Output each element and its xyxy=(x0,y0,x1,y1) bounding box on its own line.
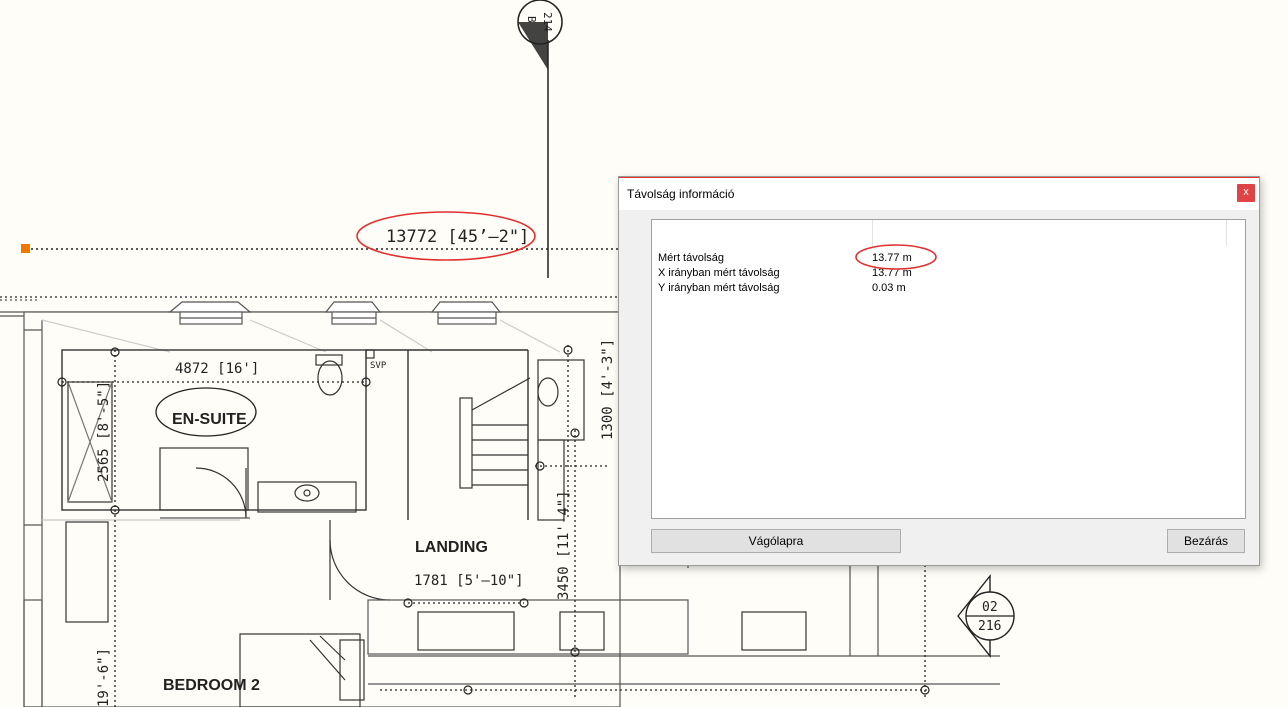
y-distance-value: 0.03 m xyxy=(872,282,906,294)
copy-to-clipboard-button[interactable]: Vágólapra xyxy=(651,529,901,553)
right-dimension-3450-label: 3450 [11'-4"] xyxy=(556,490,572,600)
ensuite-dimension-label: 4872 [16'] xyxy=(175,361,259,377)
column-divider xyxy=(1226,220,1227,246)
distance-info-dialog[interactable]: Távolság információ x Mért távolság 13.7… xyxy=(618,176,1260,566)
ensuite-room-label: EN-SUITE xyxy=(172,411,247,428)
section-marker-right[interactable]: 02 216 xyxy=(957,574,1015,658)
x-distance-label: X irányban mért távolság xyxy=(658,267,780,279)
left-lower-dimension-label: 19'-6"] xyxy=(96,648,112,707)
landing-room-label: LANDING xyxy=(415,539,488,556)
section-marker-right-top: 02 xyxy=(982,600,998,615)
section-marker-top-number: 214 xyxy=(541,12,554,32)
dialog-title: Távolság információ xyxy=(627,187,735,201)
y-distance-label: Y irányban mért távolság xyxy=(658,282,780,294)
dialog-titlebar[interactable]: Távolság információ x xyxy=(619,177,1259,210)
svp-label: SVP xyxy=(370,361,387,371)
left-dimension-label: 2565 [8'-5"] xyxy=(96,381,112,482)
section-marker-right-bottom: 216 xyxy=(978,619,1001,634)
landing-dimension-label: 1781 [5'–10"] xyxy=(414,573,524,589)
distance-info-panel: Mért távolság 13.77 m X irányban mért tá… xyxy=(651,219,1246,519)
measure-start-marker[interactable] xyxy=(21,244,30,253)
red-annotation-ellipse-value xyxy=(855,244,937,270)
bedroom-room-label: BEDROOM 2 xyxy=(163,677,260,694)
close-button[interactable]: Bezárás xyxy=(1167,529,1245,553)
main-dimension-label: 13772 [45’–2"] xyxy=(386,227,529,247)
close-icon[interactable]: x xyxy=(1237,184,1255,202)
measured-distance-label: Mért távolság xyxy=(658,252,725,264)
section-marker-top-letter: B xyxy=(525,16,538,23)
right-dimension-1300-label: 1300 [4'-3"] xyxy=(600,339,616,440)
